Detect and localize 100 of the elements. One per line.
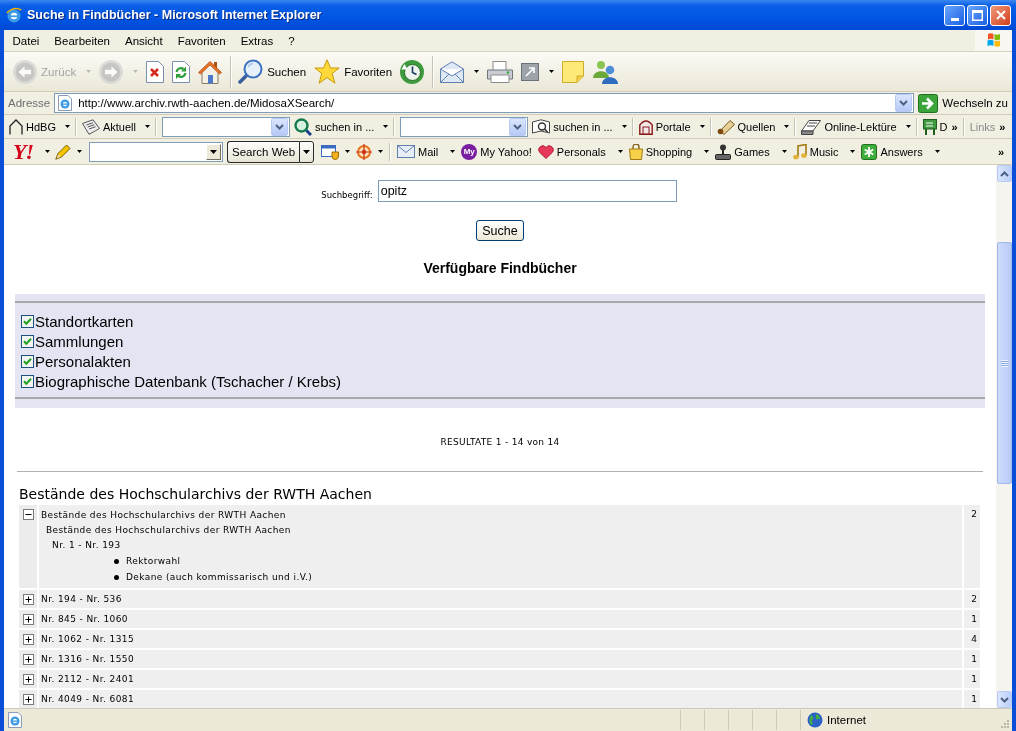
- toolbar-button[interactable]: Answers: [858, 141, 943, 162]
- search-label: Suchbegriff:: [321, 189, 373, 200]
- result-cell[interactable]: Nr. 2112 - Nr. 2401: [39, 670, 962, 688]
- menu-item[interactable]: Favoriten: [170, 31, 234, 50]
- chevron-button[interactable]: »: [997, 116, 1008, 137]
- plus-box-icon[interactable]: [22, 614, 34, 625]
- toolbar-button[interactable]: Music: [789, 141, 859, 162]
- chevron-down-icon: [999, 696, 1009, 703]
- scroll-up-button[interactable]: [996, 165, 1012, 182]
- scroll-down-button[interactable]: [996, 691, 1012, 708]
- menu-item[interactable]: Bearbeiten: [46, 31, 118, 50]
- section-title: Verfügbare Findbücher: [422, 259, 578, 278]
- checkbox[interactable]: [21, 314, 34, 328]
- count-cell: 2: [964, 505, 980, 588]
- resize-grip-icon[interactable]: [1000, 719, 1010, 729]
- toolbar-button[interactable]: Aktuell: [79, 116, 152, 137]
- checkbox[interactable]: [21, 374, 34, 388]
- bullet-icon: [114, 558, 119, 564]
- checkbox[interactable]: [21, 334, 34, 348]
- checkbox[interactable]: [21, 354, 34, 368]
- search-field[interactable]: [89, 141, 223, 162]
- maximize-icon: [972, 9, 983, 21]
- search-icon: [294, 117, 312, 136]
- envelope-icon: [397, 145, 416, 158]
- minimize-icon: [950, 17, 959, 21]
- toolbar-button[interactable]: HdBG: [7, 116, 72, 137]
- asterisk-icon: [861, 143, 878, 160]
- window-title: Suche in Findbücher - Microsoft Internet Explorer: [27, 8, 323, 22]
- logo-badge: My: [461, 143, 478, 160]
- menu-item[interactable]: Datei: [5, 31, 47, 50]
- search-icon: [238, 59, 264, 84]
- tree-item: Bestände des Hochschularchivs der RWTH Aachen: [45, 524, 292, 537]
- toolbar-button[interactable]: Shopping: [625, 141, 713, 162]
- toolbar-button[interactable]: Mail: [394, 141, 459, 162]
- toolbar-button[interactable]: Online-Lektüre: [799, 116, 913, 137]
- plus-box-icon[interactable]: [22, 694, 34, 705]
- bullet-icon: [114, 574, 119, 580]
- search-button[interactable]: Suche: [476, 220, 524, 241]
- page-icon: [57, 95, 74, 111]
- toolbar-button[interactable]: Games: [712, 141, 790, 162]
- page-icon: [7, 712, 23, 728]
- combo-field[interactable]: [400, 116, 529, 137]
- count-cell: 2: [964, 590, 980, 608]
- chevron-button[interactable]: »: [949, 116, 960, 137]
- toolbar-button[interactable]: Quellen: [714, 116, 792, 137]
- search-button[interactable]: Suchen: [235, 54, 310, 89]
- book-icon: [801, 118, 822, 135]
- result-cell[interactable]: Nr. 194 - Nr. 536: [39, 590, 962, 608]
- result-cell[interactable]: Nr. 1316 - Nr. 1550: [39, 650, 962, 668]
- menu-item[interactable]: Extras: [233, 31, 281, 50]
- scroll-icon: [716, 118, 735, 135]
- tree-item: Rektorwahl: [126, 554, 181, 568]
- plus-box-icon[interactable]: [22, 654, 34, 665]
- combo-field[interactable]: [162, 116, 290, 137]
- address-field[interactable]: http://www.archiv.rwth-aachen.de/MidosaXSearch/: [54, 93, 915, 113]
- globe-icon: [807, 712, 823, 728]
- minimize-button[interactable]: [944, 4, 965, 26]
- results-heading: Bestände des Hochschularchivs der RWTH Aachen: [19, 485, 373, 503]
- count-cell: 1: [964, 650, 980, 668]
- results-summary: RESULTATE 1 - 14 von 14: [439, 436, 561, 449]
- toolbar-button[interactable]: Portale: [636, 116, 707, 137]
- plus-box-icon[interactable]: [22, 634, 34, 645]
- chevron-button[interactable]: »: [995, 141, 1006, 162]
- menu-item[interactable]: ?: [280, 31, 303, 50]
- house-icon: [9, 118, 23, 135]
- toolbar-button[interactable]: Personals: [534, 141, 626, 162]
- toolbar-button[interactable]: suchen in ...: [292, 116, 391, 137]
- clock-icon: [400, 59, 425, 84]
- toolbar-button[interactable]: My My Yahoo!: [458, 141, 535, 162]
- chevron-down-icon: [899, 100, 909, 106]
- favorites-button[interactable]: Favoriten: [311, 54, 396, 89]
- logo-button[interactable]: Y!: [8, 141, 52, 162]
- minus-box-icon[interactable]: [22, 509, 34, 520]
- address-label: Adresse: [7, 97, 52, 109]
- arrow-right-icon: [99, 59, 124, 84]
- toolbar-button[interactable]: suchen in ...: [530, 116, 629, 137]
- flag-icon: [975, 30, 1012, 51]
- search-field[interactable]: opitz: [377, 180, 677, 202]
- window-shield-icon: [321, 143, 340, 160]
- scrollbar-track[interactable]: [996, 165, 1012, 708]
- menu-item[interactable]: Ansicht: [117, 31, 171, 50]
- search-web-button[interactable]: Search Web: [227, 140, 300, 163]
- maximize-button[interactable]: [967, 4, 988, 26]
- plus-box-icon[interactable]: [22, 594, 34, 605]
- result-cell[interactable]: Nr. 1062 - Nr. 1315: [39, 630, 962, 648]
- count-cell: 1: [964, 670, 980, 688]
- tree-item[interactable]: Bestände des Hochschularchivs der RWTH Aachen: [41, 508, 962, 523]
- plus-box-icon[interactable]: [22, 674, 34, 685]
- result-cell[interactable]: Nr. 845 - Nr. 1060: [39, 610, 962, 628]
- toolbar-button[interactable]: D: [920, 116, 950, 137]
- signpost-icon: [922, 118, 937, 135]
- count-cell: 1: [964, 690, 980, 708]
- scrollbar-thumb[interactable]: [996, 242, 1012, 484]
- close-button[interactable]: [990, 4, 1011, 26]
- checkbox-label: Sammlungen: [35, 332, 124, 350]
- caret-icon: [303, 149, 311, 154]
- count-cell: 1: [964, 610, 980, 628]
- result-cell[interactable]: Nr. 4049 - Nr. 6081: [39, 690, 962, 708]
- dropdown-button[interactable]: [299, 140, 315, 163]
- go-button[interactable]: Wechseln zu: [914, 92, 1008, 114]
